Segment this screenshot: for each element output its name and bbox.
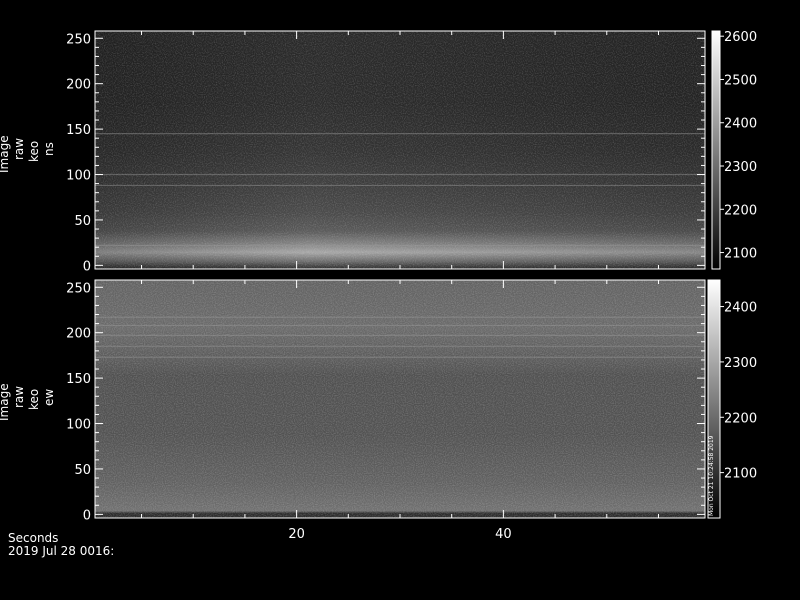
colorbar-tick-label: 2100 (724, 467, 757, 482)
ylabel-ns-line-4: ns (42, 142, 56, 156)
ytick-label: 100 (66, 169, 91, 184)
ytick-label: 200 (66, 78, 91, 93)
heatmap-ew-noise (95, 280, 705, 518)
colorbar-tick-label: 2400 (724, 301, 757, 316)
ylabel-ew-line-1: Image (0, 383, 11, 421)
colorbar-tick-label: 2300 (724, 160, 757, 175)
colorbar-ns-ticks: 2100 2200 2300 2400 2500 2600 (720, 30, 757, 262)
xtick-label: 40 (495, 527, 512, 542)
ylabel-ns-line-1: Image (0, 135, 11, 173)
colorbar-ew-ticks: 2100 2200 2300 2400 (720, 301, 757, 482)
ylabel-ns-line-3: keo (27, 141, 41, 162)
ytick-label: 0 (83, 508, 91, 523)
ytick-label: 0 (83, 259, 91, 274)
ytick-label: 100 (66, 418, 91, 433)
colorbar-ew-note: Mon Oct 21 10:24:58 2019 (708, 435, 715, 516)
ylabel-ew-line-4: ew (42, 389, 56, 406)
panel-ns: 0 50 100 150 200 250 Image raw keo ns 2100 220… (0, 30, 757, 274)
ylabel-ew-line-3: keo (27, 389, 41, 410)
colorbar-ns (711, 30, 721, 270)
ytick-label: 50 (74, 214, 91, 229)
ylabel-ew: Image raw keo ew (0, 383, 56, 421)
ylabel-ew-line-2: raw (12, 386, 26, 408)
colorbar-tick-label: 2300 (724, 356, 757, 371)
ytick-label: 200 (66, 327, 91, 342)
figure: 050100150200250 Image raw keo ns 2100220… (0, 30, 757, 542)
colorbar-tick-label: 2500 (724, 73, 757, 88)
ylabel-ns-line-2: raw (12, 138, 26, 160)
colorbar-tick-label: 2100 (724, 247, 757, 262)
ytick-label: 50 (74, 463, 91, 478)
colorbar-tick-label: 2400 (724, 117, 757, 132)
ytick-label: 250 (66, 281, 91, 296)
colorbar-tick-label: 2600 (724, 30, 757, 45)
ylabel-ns: Image raw keo ns (0, 135, 56, 173)
colorbar-tick-label: 2200 (724, 203, 757, 218)
xtick-label: 20 (288, 527, 305, 542)
ytick-label: 150 (66, 123, 91, 138)
ytick-label: 250 (66, 32, 91, 47)
ytick-label: 150 (66, 372, 91, 387)
date-label: 2019 Jul 28 0016: (8, 544, 115, 558)
colorbar-tick-label: 2200 (724, 411, 757, 426)
bottom-labels: Seconds 2019 Jul 28 0016: (8, 532, 114, 558)
panel-ew: 0 50 100 150 200 250 20 40 Image raw keo ew 21… (0, 279, 757, 542)
heatmap-ns-noise (95, 31, 705, 269)
